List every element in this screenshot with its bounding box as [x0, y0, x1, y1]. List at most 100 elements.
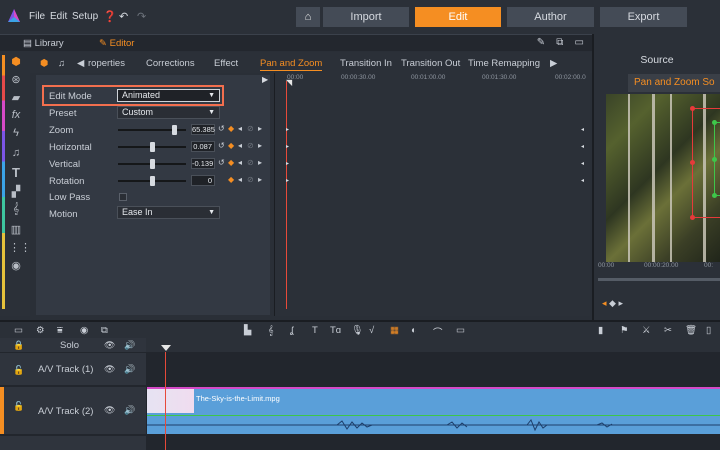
preset-dropdown[interactable]: Custom ▼	[117, 106, 220, 119]
lock-icon[interactable]: 🔒	[13, 340, 24, 351]
menu-setup[interactable]: Setup	[72, 11, 98, 22]
keyframe-prev-icon[interactable]: ◂	[602, 298, 607, 308]
keyframe-add-icon[interactable]: ◆	[228, 175, 234, 184]
razor-icon[interactable]: ⚔	[642, 325, 651, 336]
color-wheel-icon[interactable]: ⊛	[9, 73, 23, 86]
tab-properties[interactable]: roperties	[88, 58, 125, 69]
copy-icon[interactable]: ⧉	[101, 325, 108, 336]
keyframe-prev-icon[interactable]: ◂	[238, 175, 242, 184]
keyframe-link-icon[interactable]: ⊘	[247, 175, 254, 184]
lightning-icon[interactable]: ϟ	[9, 127, 23, 139]
vertical-slider-thumb[interactable]	[150, 159, 155, 169]
trash-icon[interactable]: 🗑	[685, 325, 697, 336]
check-icon[interactable]: √	[369, 325, 374, 336]
music-note-icon[interactable]: ♫	[9, 147, 23, 159]
tab-transition-out[interactable]: Transition Out	[401, 58, 460, 69]
undo-icon[interactable]: ↶	[119, 10, 128, 23]
track-1-name[interactable]: A/V Track (1)	[38, 364, 93, 375]
rotation-value[interactable]: 0	[191, 175, 215, 186]
green-handle[interactable]	[712, 157, 717, 162]
red-handle[interactable]	[690, 215, 695, 220]
tab-corrections[interactable]: Corrections	[146, 58, 195, 69]
keyframe-next-icon[interactable]: ▸	[258, 124, 262, 133]
video-tab-icon[interactable]: ⬢	[40, 58, 48, 69]
storyboard-icon[interactable]: ▭	[456, 325, 465, 336]
redo-icon[interactable]: ↷	[137, 10, 146, 23]
motion-dropdown[interactable]: Ease In ▼	[117, 206, 220, 219]
play-icon[interactable]: ▶	[262, 75, 268, 84]
audio-mixer-icon[interactable]: ▙	[244, 325, 251, 336]
folder-icon[interactable]: ▰	[9, 91, 23, 104]
keyframe-add-icon[interactable]: ◆	[609, 298, 616, 308]
rotation-slider[interactable]	[118, 176, 186, 186]
keyframe-link-icon[interactable]: ⊘	[247, 124, 254, 133]
source-scrubber[interactable]	[598, 278, 720, 281]
magnet-icon[interactable]: ⌒	[433, 325, 443, 339]
reset-icon[interactable]: ↺	[218, 124, 225, 133]
flag-icon[interactable]: ⚑	[620, 325, 629, 336]
eye-icon[interactable]: 👁	[104, 405, 115, 416]
scorefitter-icon[interactable]: 𝄞	[268, 325, 274, 336]
import-button[interactable]: Import	[323, 7, 409, 27]
keyframe-prev-icon[interactable]: ◂	[238, 124, 242, 133]
marker-icon[interactable]: ▮	[598, 325, 603, 336]
audio-volume-line[interactable]	[147, 415, 720, 416]
speaker-icon[interactable]: 🔊	[124, 364, 135, 375]
help-icon[interactable]: ❓	[103, 10, 117, 23]
fx-icon[interactable]: fx	[9, 109, 23, 121]
cut-icon[interactable]: ✂	[664, 325, 672, 336]
audio-tab-icon[interactable]: ♫	[58, 58, 65, 69]
horizontal-slider[interactable]	[118, 142, 186, 152]
green-handle[interactable]	[712, 120, 717, 125]
vertical-slider[interactable]	[118, 159, 186, 169]
edit-button[interactable]: Edit	[415, 7, 501, 27]
microphone-icon[interactable]: 🎙	[351, 325, 363, 336]
keyframe-next-icon[interactable]: ▸	[618, 298, 623, 308]
scorefitter-icon[interactable]: 𝄞	[9, 203, 23, 216]
timeline-ruler[interactable]	[146, 338, 720, 352]
lock-icon[interactable]: ▯	[706, 325, 711, 336]
popout-icon[interactable]: ⧉	[556, 37, 563, 48]
speaker-icon[interactable]: 🔊	[124, 340, 135, 351]
lock-icon[interactable]: 🔓	[13, 401, 24, 412]
grid-icon[interactable]: ▦	[390, 325, 399, 336]
menu-file[interactable]: File	[29, 11, 45, 22]
keyframe-add-icon[interactable]: ◆	[228, 141, 234, 150]
timeline-playhead[interactable]	[165, 352, 166, 450]
video-clip[interactable]: The-Sky-is-the-Limit.mpg	[147, 387, 720, 434]
zoom-slider-thumb[interactable]	[172, 125, 177, 135]
track-options-icon[interactable]: ⩸	[57, 325, 63, 336]
source-preview[interactable]	[606, 94, 720, 262]
low-pass-checkbox[interactable]	[119, 193, 127, 201]
contrast-icon[interactable]: ◐	[411, 325, 417, 336]
title-icon[interactable]: T	[9, 165, 23, 180]
dynamic-icon[interactable]: ʆ	[290, 325, 293, 336]
reset-icon[interactable]: ↺	[218, 141, 225, 150]
rotation-slider-thumb[interactable]	[150, 176, 155, 186]
audio-wave-icon[interactable]: ⋮⋮	[9, 241, 31, 254]
keyframe-link-icon[interactable]: ⊘	[247, 141, 254, 150]
eye-icon[interactable]: 👁	[104, 340, 115, 351]
keyframe-next-icon[interactable]: ▸	[258, 141, 262, 150]
keyframe-playhead[interactable]	[286, 81, 287, 309]
keyframe-next-icon[interactable]: ▸	[258, 175, 262, 184]
settings-icon[interactable]: ⚙	[36, 325, 45, 336]
tab-transition-in[interactable]: Transition In	[340, 58, 392, 69]
timeline-panel-icon[interactable]: ▭	[14, 325, 23, 336]
tabs-scroll-left-icon[interactable]: ◀	[77, 58, 84, 69]
author-button[interactable]: Author	[507, 7, 594, 27]
green-handle[interactable]	[712, 193, 717, 198]
speaker-icon[interactable]: 🔊	[124, 405, 135, 416]
layout-icon[interactable]: ▭	[575, 37, 584, 48]
keyframe-prev-icon[interactable]: ◂	[238, 158, 242, 167]
eye-icon[interactable]: 👁	[104, 364, 115, 375]
playhead-handle-icon[interactable]	[161, 345, 171, 351]
text-tool-icon[interactable]: Tɑ	[330, 325, 341, 336]
video-effects-icon[interactable]: ⬢	[9, 55, 23, 68]
disc-icon[interactable]: ◉	[9, 259, 23, 272]
pin-icon[interactable]: ✎	[537, 37, 545, 48]
keyframe-prev-icon[interactable]: ◂	[238, 141, 242, 150]
vertical-value[interactable]: -0.139	[191, 158, 215, 169]
tab-time-remapping[interactable]: Time Remapping	[468, 58, 540, 69]
red-handle[interactable]	[690, 106, 695, 111]
